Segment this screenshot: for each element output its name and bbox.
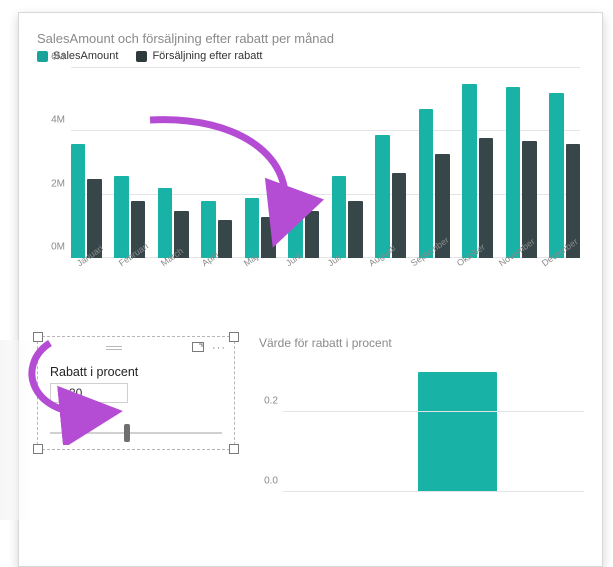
y-tick-label: 0.0 <box>264 476 278 487</box>
page-edge-decoration <box>0 340 30 520</box>
chart-bars <box>71 68 580 258</box>
main-chart[interactable]: SalesAmount och försäljning efter rabatt… <box>37 31 584 288</box>
report-canvas: SalesAmount och försäljning efter rabatt… <box>0 0 613 567</box>
bar-group[interactable] <box>201 68 232 258</box>
slicer-value-input[interactable]: 0.30 <box>50 383 128 403</box>
bar-group[interactable] <box>288 68 319 258</box>
bar-group[interactable] <box>549 68 580 258</box>
legend-swatch-icon <box>136 51 147 62</box>
value-y-axis: 0.0 0.2 <box>259 352 281 492</box>
y-tick-label: 6M <box>51 52 65 63</box>
bar-group[interactable] <box>506 68 537 258</box>
discount-slicer[interactable]: ··· Rabatt i procent 0.30 <box>37 336 235 450</box>
slicer-slider[interactable] <box>50 421 222 445</box>
resize-handle-icon[interactable] <box>229 332 239 342</box>
slider-track <box>50 432 222 434</box>
bar-group[interactable] <box>375 68 406 258</box>
bar-salesamount[interactable] <box>71 144 85 258</box>
value-chart-plot: 0.0 0.2 <box>259 352 584 492</box>
bar-group[interactable] <box>332 68 363 258</box>
legend-item-after-discount[interactable]: Försäljning efter rabatt <box>136 50 262 62</box>
more-options-icon[interactable]: ··· <box>212 342 226 354</box>
bar-group[interactable] <box>158 68 189 258</box>
bar-salesamount[interactable] <box>114 176 128 258</box>
legend-label: Försäljning efter rabatt <box>152 50 262 62</box>
bar-salesamount[interactable] <box>462 84 476 258</box>
slider-thumb-icon[interactable] <box>124 424 130 442</box>
y-tick-label: 0M <box>51 242 65 253</box>
y-axis-labels: 0M2M4M6M <box>41 68 69 258</box>
resize-handle-icon[interactable] <box>229 444 239 454</box>
chart-legend: SalesAmount Försäljning efter rabatt <box>37 50 584 62</box>
bar-salesamount[interactable] <box>419 109 433 258</box>
chart-plot-area: 0M2M4M6M JanuariFebruariMarchAprilMajJun… <box>41 68 580 288</box>
value-grid <box>283 352 584 492</box>
bar-group[interactable] <box>71 68 102 258</box>
focus-mode-icon[interactable] <box>192 342 204 355</box>
legend-item-salesamount[interactable]: SalesAmount <box>37 50 118 62</box>
y-tick-label: 0.2 <box>264 396 278 407</box>
legend-swatch-icon <box>37 51 48 62</box>
resize-handle-icon[interactable] <box>33 444 43 454</box>
bar-salesamount[interactable] <box>506 87 520 258</box>
bar-salesamount[interactable] <box>549 93 563 258</box>
value-chart[interactable]: Värde för rabatt i procent 0.0 0.2 <box>259 336 584 492</box>
slicer-title: Rabatt i procent <box>50 365 222 379</box>
drag-grip-icon[interactable] <box>106 346 122 350</box>
bar-group[interactable] <box>245 68 276 258</box>
x-axis-labels: JanuariFebruariMarchAprilMajJuniJuliAugu… <box>71 258 580 288</box>
bar-group[interactable] <box>462 68 493 258</box>
bar-group[interactable] <box>419 68 450 258</box>
resize-handle-icon[interactable] <box>33 332 43 342</box>
y-tick-label: 4M <box>51 115 65 126</box>
y-tick-label: 2M <box>51 178 65 189</box>
value-chart-title: Värde för rabatt i procent <box>259 336 584 350</box>
visual-header: ··· <box>38 337 234 359</box>
chart-title: SalesAmount och försäljning efter rabatt… <box>37 31 584 46</box>
bar-group[interactable] <box>114 68 145 258</box>
value-bar <box>418 372 496 492</box>
report-page: SalesAmount och försäljning efter rabatt… <box>18 12 603 567</box>
